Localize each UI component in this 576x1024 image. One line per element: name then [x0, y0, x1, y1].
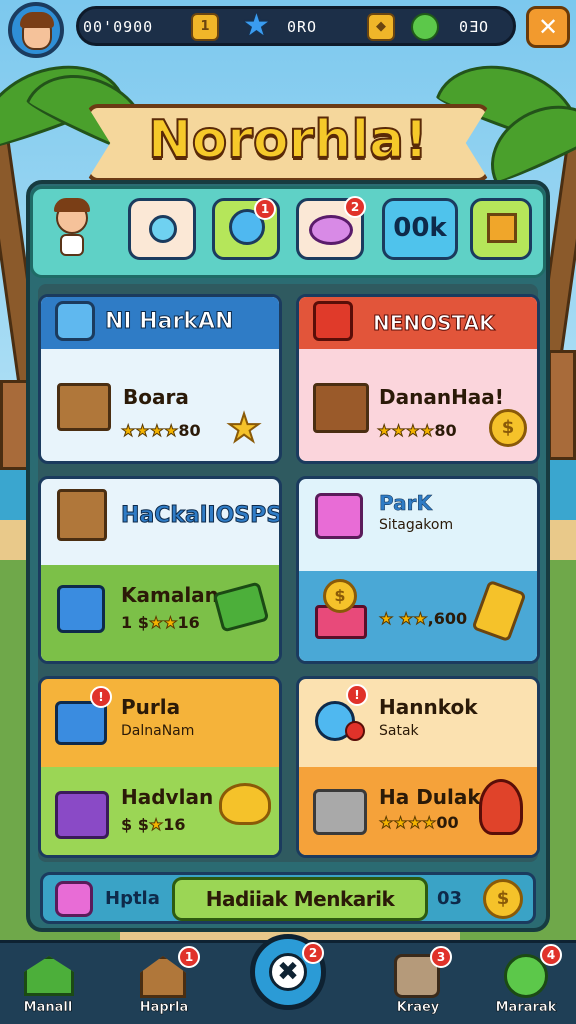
pink-item-icon [55, 881, 93, 917]
resource-value-3: 0ƎO [459, 18, 490, 36]
card-4-header: ParK [379, 491, 432, 516]
card-2-name: DananHaa! [379, 385, 504, 409]
nav-home[interactable]: Manall [0, 948, 96, 1020]
card-6-sub: Satak [379, 723, 419, 739]
pink-box-icon [315, 493, 363, 539]
settings-gear-icon: ✖ [269, 953, 307, 991]
nav-friends-label: Mararak [495, 1000, 557, 1016]
card-5-rating: $ $★16 [121, 815, 186, 835]
supply-box-icon [57, 489, 107, 541]
box-icon [487, 213, 517, 243]
gold-coin-icon: 1 [191, 13, 219, 41]
nav-inventory-badge: 3 [430, 946, 452, 968]
card-4-sub: Sitagakom [379, 517, 454, 533]
footer-count: 03 [437, 888, 463, 909]
card-6-name: Ha Dulak [379, 785, 481, 809]
blue-box-icon [57, 585, 105, 633]
card-3-name: Kamalan [121, 583, 219, 607]
ok-button[interactable]: 00k [382, 198, 458, 260]
nav-house-label: Haprla [139, 1000, 189, 1016]
card-3-rating: 1 $★★16 [121, 613, 200, 633]
tool-badge-2: 2 [344, 196, 366, 218]
card-1-rating: ★★★★80 [120, 421, 201, 441]
card-5-header: Purla [121, 695, 181, 719]
red-ball-icon [345, 721, 365, 741]
card-5[interactable]: Purla DalnaNam Hadvlan $ $★16 [38, 676, 282, 858]
top-bar: 00'0900 1 ★ 0RO ◆ 0ƎO ✕ [0, 0, 576, 58]
nav-center-badge: 2 [302, 942, 324, 964]
card-2[interactable]: NENOSTAK DananHaa! ★★★★80 $ [296, 294, 540, 464]
nav-house-badge: 1 [178, 946, 200, 968]
card-4[interactable]: ParK Sitagakom $ ★ ★★,600 [296, 476, 540, 664]
gold-coins-icon: $ [489, 409, 527, 447]
card-2-header: NENOSTAK [373, 311, 496, 336]
purple-gift-icon [55, 791, 109, 839]
gold-nugget-icon [219, 783, 271, 825]
hut-right [548, 350, 576, 460]
resource-strip: 00'0900 1 ★ 0RO ◆ 0ƎO [76, 6, 516, 46]
close-button[interactable]: ✕ [526, 6, 570, 48]
card-1-name: Boara [123, 385, 189, 409]
tool-button-box[interactable] [470, 198, 532, 260]
shell-icon [309, 215, 353, 245]
card-6-badge: ! [346, 684, 368, 706]
card-5-name: Hadvlan [121, 785, 214, 809]
gold-gem-icon: ◆ [367, 13, 395, 41]
blue-star-icon: ★ [243, 8, 270, 43]
nav-home-label: Manall [23, 1000, 73, 1016]
tool-button-tools[interactable] [128, 198, 196, 260]
toolbar-avatar [48, 198, 96, 258]
blue-chest-icon [55, 301, 95, 341]
card-2-rating: ★★★★80 [376, 421, 457, 441]
card-1[interactable]: NI HarkAN Boara ★★★★80 ★ [38, 294, 282, 464]
banner-title: Nororhla! [147, 109, 429, 171]
avatar-hair [20, 12, 54, 28]
player-avatar[interactable] [8, 2, 64, 58]
treasure-chest-icon [313, 383, 369, 433]
nav-friends-badge: 4 [540, 944, 562, 966]
resource-value-1: 00'0900 [83, 18, 154, 36]
coin-icon: $ [323, 579, 357, 613]
card-5-sub: DalnaNam [121, 723, 195, 739]
gold-star-icon: ★ [226, 406, 262, 450]
card-4-rating: ★ ★★,600 [378, 609, 468, 629]
card-6-rating: ★★★★00 [378, 813, 459, 833]
red-crate-icon [313, 301, 353, 341]
wrench-icon [149, 215, 177, 243]
tool-badge-1: 1 [254, 198, 276, 220]
card-5-badge: ! [90, 686, 112, 708]
footer-label: Hptla [105, 888, 160, 909]
red-key-icon [479, 779, 523, 835]
home-icon [24, 956, 74, 996]
footer-coin-icon: $ [483, 879, 523, 919]
card-3[interactable]: HaCkalIOSPS Kamalan 1 $★★16 [38, 476, 282, 664]
resource-value-2: 0RO [287, 18, 318, 36]
toolbar [30, 186, 546, 278]
wooden-crate-icon [57, 383, 111, 431]
card-6-header: Hannkok [379, 695, 478, 719]
card-1-header: NI HarkAN [104, 309, 234, 335]
green-slime-icon [411, 13, 439, 41]
card-3-header: HaCkalIOSPS [120, 503, 282, 529]
claim-button[interactable]: Hadiiak Menkarik [172, 877, 428, 921]
metal-safe-icon [313, 789, 367, 835]
nav-inventory-label: Kraey [396, 1000, 440, 1016]
card-6[interactable]: Hannkok Satak Ha Dulak ★★★★00 [296, 676, 540, 858]
